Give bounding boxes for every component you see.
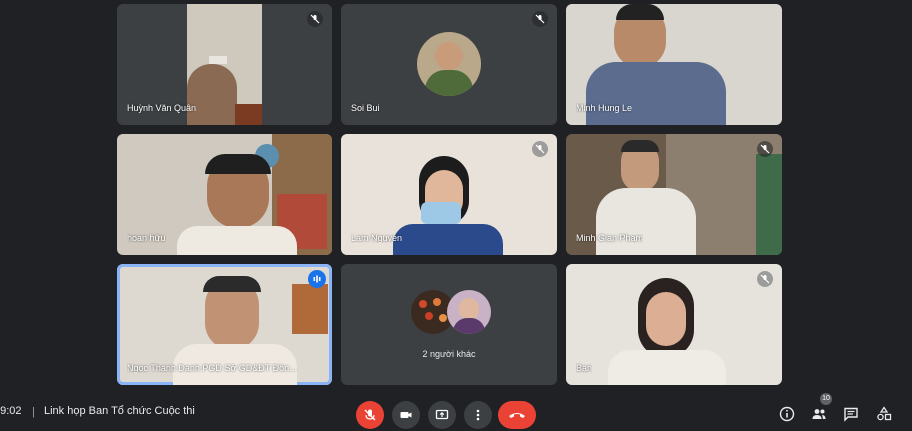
participants-count-badge: 10 bbox=[820, 393, 832, 405]
chat-button[interactable] bbox=[841, 404, 861, 424]
participant-name: Lam Nguyen bbox=[351, 233, 403, 243]
participant-tile-hoan[interactable]: hoan hữu bbox=[117, 134, 332, 255]
avatar bbox=[447, 290, 491, 334]
participant-tile-minhgian[interactable]: Minh Gian Pham bbox=[566, 134, 782, 255]
mic-toggle-button[interactable] bbox=[356, 401, 384, 429]
more-icon bbox=[476, 409, 480, 421]
mic-off-icon bbox=[757, 271, 773, 287]
participant-name: Bạn bbox=[576, 363, 593, 373]
activities-icon bbox=[877, 406, 892, 421]
mic-off-icon bbox=[364, 409, 376, 421]
participant-tile-lam[interactable]: Lam Nguyen bbox=[341, 134, 557, 255]
hang-up-icon bbox=[509, 413, 525, 418]
mic-off-icon bbox=[757, 141, 773, 157]
mic-off-icon bbox=[532, 141, 548, 157]
more-options-button[interactable] bbox=[464, 401, 492, 429]
leave-call-button[interactable] bbox=[498, 401, 536, 429]
camera-toggle-button[interactable] bbox=[392, 401, 420, 429]
people-icon bbox=[812, 409, 826, 419]
people-button[interactable] bbox=[809, 404, 829, 424]
participant-name: Huỳnh Văn Quân bbox=[127, 103, 197, 113]
others-tile[interactable]: 2 người khác bbox=[341, 264, 557, 385]
present-button[interactable] bbox=[428, 401, 456, 429]
meeting-divider: | bbox=[32, 406, 35, 418]
participant-name: hoan hữu bbox=[127, 233, 166, 243]
video-feed bbox=[566, 264, 782, 385]
mic-off-icon bbox=[307, 11, 323, 27]
present-icon bbox=[435, 409, 449, 420]
info-icon bbox=[779, 406, 795, 422]
participant-tile-ngoc[interactable]: Ngọc Thanh Danh PGD Sở GD&ĐT Đồn... bbox=[117, 264, 332, 385]
activities-button[interactable] bbox=[874, 404, 894, 424]
participant-name: Minh Gian Pham bbox=[576, 233, 644, 243]
participant-tile-minhhung[interactable]: Minh Hung Le bbox=[566, 4, 782, 125]
participant-name: Ngọc Thanh Danh PGD Sở GD&ĐT Đồn... bbox=[127, 363, 297, 373]
participant-tile-huynh[interactable]: Huỳnh Văn Quân bbox=[117, 4, 332, 125]
others-count-label: 2 người khác bbox=[422, 349, 476, 359]
meeting-title: Link họp Ban Tổ chức Cuộc thi bbox=[44, 405, 195, 417]
participant-name: Minh Hung Le bbox=[576, 103, 633, 113]
chat-icon bbox=[844, 407, 858, 422]
mic-off-icon bbox=[532, 11, 548, 27]
speaking-indicator-icon bbox=[308, 270, 326, 288]
participant-name: Soi Bui bbox=[351, 103, 380, 113]
participant-tile-self[interactable]: Bạn bbox=[566, 264, 782, 385]
participant-tile-soi[interactable]: Soi Bui bbox=[341, 4, 557, 125]
meeting-time: 09:02 bbox=[0, 405, 22, 417]
meeting-details-button[interactable] bbox=[777, 404, 797, 424]
camera-icon bbox=[400, 412, 412, 418]
avatar bbox=[417, 32, 481, 96]
